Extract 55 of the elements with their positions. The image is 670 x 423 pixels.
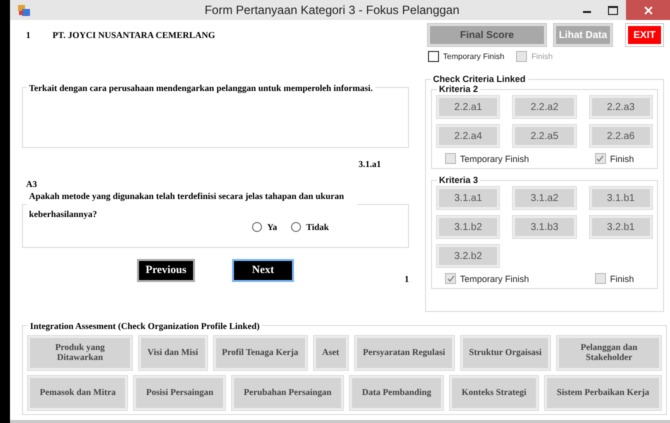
final-score-button[interactable]: Final Score <box>428 24 546 46</box>
page-number: 1 <box>404 274 409 284</box>
previous-button[interactable]: Previous <box>137 258 195 282</box>
question-text: Terkait dengan cara perusahaan mendengarkan pelanggan untuk memperoleh informasi. <box>29 83 373 93</box>
profile-button[interactable]: Persyaratan Regulasi <box>354 336 454 370</box>
criteria-button[interactable]: 3.2.b2 <box>437 245 500 267</box>
checkmark-icon <box>596 154 604 162</box>
radio-option[interactable]: Tidak <box>291 222 329 232</box>
criteria-button[interactable]: 2.2.a4 <box>437 125 500 147</box>
radio-option[interactable]: Ya <box>252 222 278 232</box>
maximize-icon <box>608 6 618 14</box>
criteria-button[interactable]: 3.1.a2 <box>513 187 576 209</box>
criteria-button[interactable]: 2.2.a2 <box>513 96 576 118</box>
profile-button[interactable]: Visi dan Misi <box>139 336 207 370</box>
checkmark-icon <box>446 274 454 282</box>
window-title: Form Pertanyaan Kategori 3 - Fokus Pelanggan <box>204 3 460 17</box>
close-button[interactable] <box>626 0 670 20</box>
profile-button[interactable]: Produk yang Ditawarkan <box>28 336 132 370</box>
checkbox[interactable]: Finish <box>594 153 634 164</box>
group-title: Check Criteria Linked <box>432 74 527 84</box>
criteria-button[interactable]: 2.2.a5 <box>513 125 576 147</box>
profile-button[interactable]: Pemasok dan Mitra <box>28 376 128 410</box>
checkbox[interactable]: Temporary Finish <box>445 153 530 164</box>
criteria-button[interactable]: 3.1.a1 <box>437 187 500 209</box>
profile-button[interactable]: Data Pembanding <box>350 376 443 410</box>
criteria-button[interactable]: 2.2.a6 <box>590 125 652 147</box>
record-number: 1 <box>26 30 30 42</box>
checkbox[interactable]: Finish <box>594 273 634 284</box>
app-icon <box>18 4 30 16</box>
criteria-button[interactable]: 3.2.b1 <box>590 216 652 238</box>
exit-button[interactable]: EXIT <box>626 24 663 46</box>
criteria-button[interactable]: 2.2.a3 <box>590 96 652 118</box>
criteria-button[interactable]: 3.1.b2 <box>437 216 500 238</box>
next-button[interactable]: Next <box>232 258 294 282</box>
question-label: A3 <box>26 179 37 189</box>
profile-button[interactable]: Pelanggan dan Stakeholder <box>557 336 662 370</box>
profile-button[interactable]: Struktur Orgaisasi <box>460 336 550 370</box>
profile-button[interactable]: Perubahan Persaingan <box>232 376 344 410</box>
group-title: Kriteria 2 <box>438 84 480 94</box>
criteria-button[interactable]: 3.1.b1 <box>590 187 652 209</box>
profile-button[interactable]: Profil Tenaga Kerja <box>214 336 307 370</box>
criteria-button[interactable]: 2.2.a1 <box>437 96 500 118</box>
profile-button[interactable]: Konteks Strategi <box>450 376 538 410</box>
criteria-code: 3.1.a1 <box>358 159 381 169</box>
profile-button[interactable]: Posisi Persaingan <box>134 376 226 410</box>
company-name: PT. JOYCI NUSANTARA CEMERLANG <box>52 30 216 42</box>
checkbox[interactable]: Temporary Finish <box>445 273 530 284</box>
profile-button[interactable]: Sistem Perbaikan Kerja <box>545 376 661 410</box>
question-text: Apakah metode yang digunakan telah terdefinisi secara jelas tahapan dan ukuran keberhasilannya? <box>29 191 344 219</box>
profile-button[interactable]: Aset <box>314 336 348 370</box>
criteria-button[interactable]: 3.1.b3 <box>513 216 576 238</box>
group-title: Integration Assesment (Check Organization Profile Linked) <box>30 321 260 331</box>
checkbox[interactable]: Temporary Finish <box>428 51 504 62</box>
group-title: Kriteria 3 <box>438 175 480 185</box>
close-icon <box>644 6 652 14</box>
